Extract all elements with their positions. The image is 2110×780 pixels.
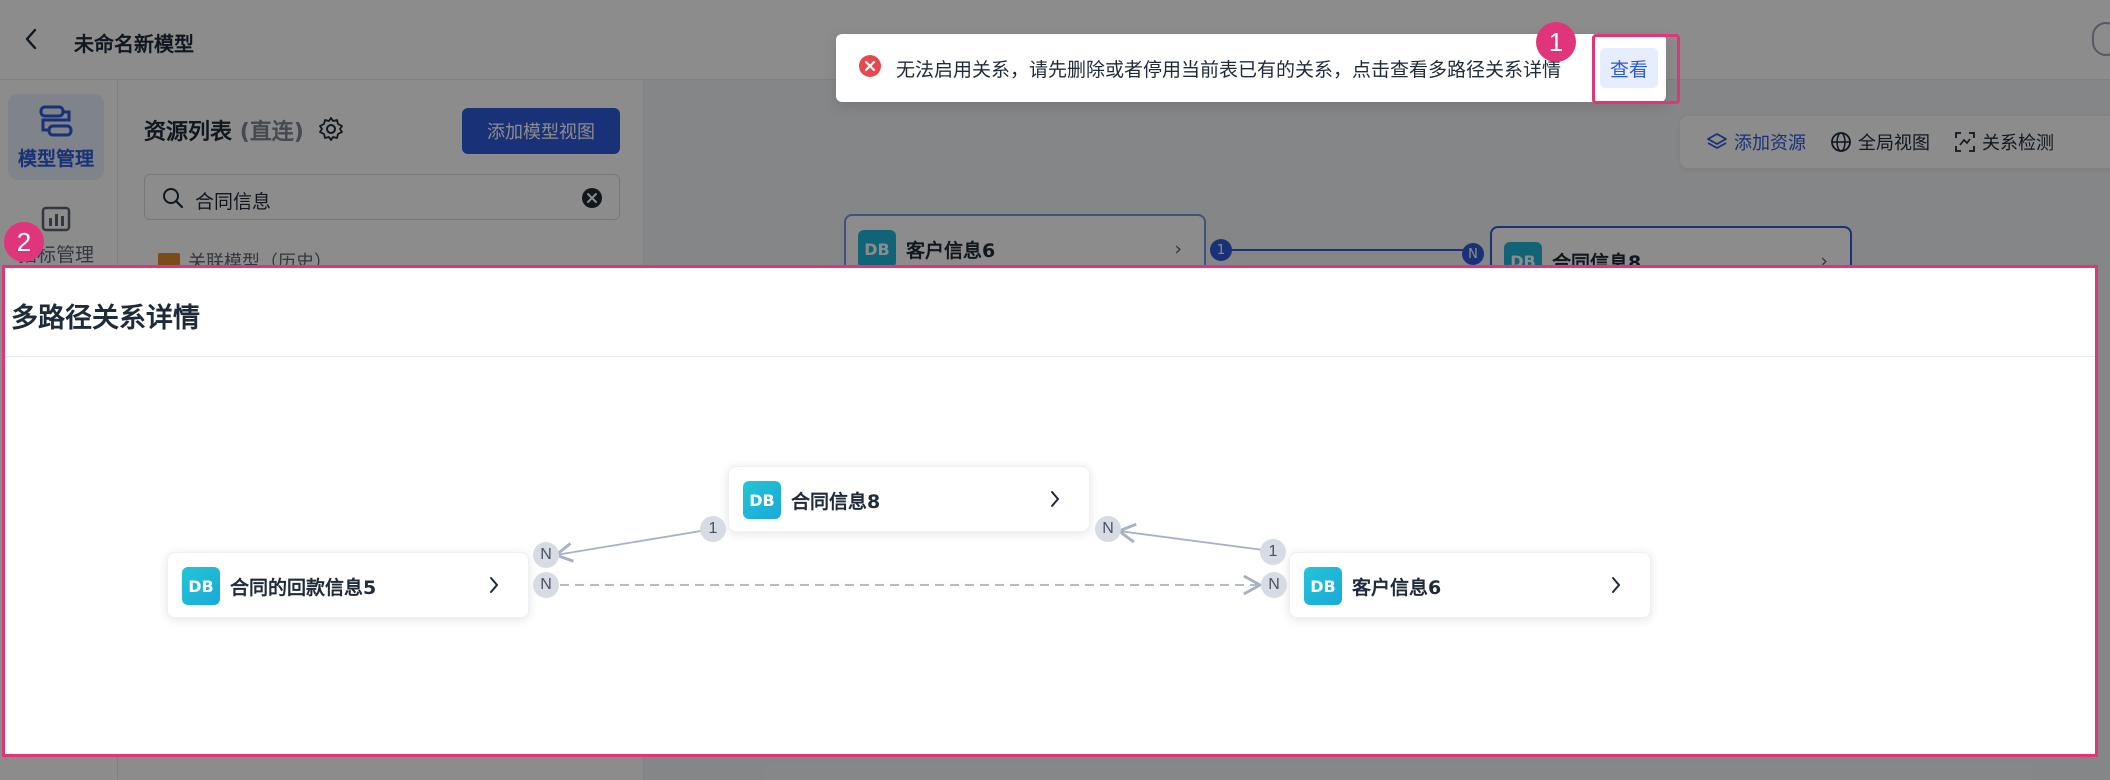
step-marker: 2: [4, 222, 44, 262]
error-message: 无法启用关系，请先删除或者停用当前表已有的关系，点击查看多路径关系详情: [896, 59, 1562, 81]
error-icon: [859, 55, 881, 77]
highlight-box: [1592, 34, 1680, 104]
step-marker: 1: [1536, 22, 1576, 62]
highlight-frame: [2, 265, 2098, 757]
